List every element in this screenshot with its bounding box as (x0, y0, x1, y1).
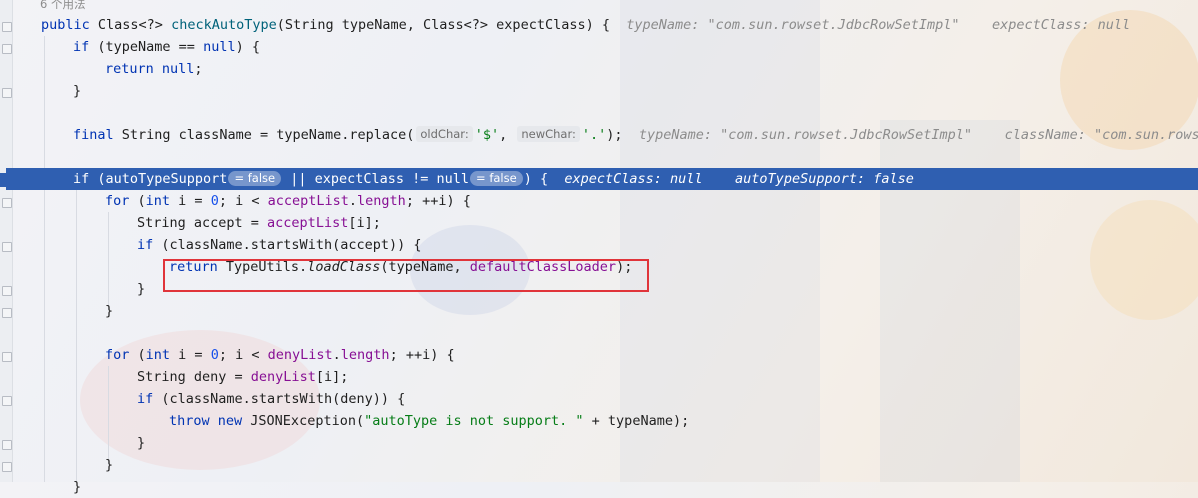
keyword: int (145, 347, 179, 363)
current-execution-line[interactable]: if (autoTypeSupport = false || expectClas… (6, 168, 1198, 190)
code-text: } (105, 303, 114, 319)
code-line[interactable]: } (12, 300, 1198, 322)
string-literal: '.' (581, 127, 607, 143)
code-line[interactable]: throw new JSONException("autoType is not… (12, 410, 1198, 432)
code-text: ); (606, 127, 623, 143)
code-line[interactable]: String deny = denyList[i]; (12, 366, 1198, 388)
annotation-highlight-box (163, 259, 649, 292)
code-line[interactable]: if (typeName == null) { (12, 36, 1198, 58)
keyword: if (137, 391, 162, 407)
code-line[interactable]: if (className.startsWith(deny)) { (12, 388, 1198, 410)
code-text: ; ++i) { (389, 347, 455, 363)
code-line[interactable]: if (className.startsWith(accept)) { (12, 234, 1198, 256)
field-reference: length (357, 193, 406, 209)
code-text: . (332, 347, 341, 363)
code-text: JSONException( (250, 413, 365, 429)
keyword: public (41, 17, 98, 33)
code-text: } (105, 457, 114, 473)
method-name: checkAutoType (171, 17, 277, 33)
inline-value-badge: = false (228, 171, 282, 186)
field-reference: length (340, 347, 390, 363)
keyword: for (105, 193, 138, 209)
keyword: null (161, 61, 195, 77)
field-reference: denyList (250, 369, 316, 385)
code-line[interactable]: return null; (12, 58, 1198, 80)
keyword: return (105, 61, 162, 77)
code-line[interactable]: } (12, 80, 1198, 102)
keyword: new (217, 413, 251, 429)
code-text: i = (178, 193, 211, 209)
code-line[interactable]: for (int i = 0; i < denyList.length; ++i… (12, 344, 1198, 366)
code-text: ; (194, 61, 203, 77)
string-literal: "autoType is not support. " (364, 413, 584, 429)
code-text: String className = typeName.replace( (121, 127, 415, 143)
code-text: } (73, 83, 82, 99)
field-reference: acceptList (267, 193, 349, 209)
debug-value-hint: expectClass: null (992, 17, 1131, 33)
debug-value-hint: expectClass: null (564, 171, 703, 187)
code-text: (className.startsWith(deny)) { (161, 391, 406, 407)
keyword: if (73, 39, 98, 55)
number-literal: 0 (210, 347, 219, 363)
keyword: if (73, 171, 98, 187)
keyword: final (73, 127, 122, 143)
keyword: null (203, 39, 236, 55)
inline-value-badge: = false (470, 171, 523, 186)
code-text: (String typeName, Class<?> expectClass) … (276, 17, 610, 33)
code-text: , (499, 127, 516, 143)
code-line[interactable]: String accept = acceptList[i]; (12, 212, 1198, 234)
keyword: null (436, 171, 470, 187)
usages-hint[interactable]: 6 个用法 (40, 0, 85, 12)
debug-value-hint: typeName: "com.sun.rowset.JdbcRowSetImpl… (638, 127, 973, 143)
code-line[interactable]: public Class<?> checkAutoType(String typ… (12, 14, 1198, 36)
code-editor[interactable]: 6 个用法 public Class<?> checkAutoType(Stri… (0, 0, 1198, 495)
keyword: for (105, 347, 138, 363)
debug-value-hint: className: "com.sun.rowse (1004, 127, 1198, 143)
code-line[interactable]: } (12, 454, 1198, 476)
code-text: . (348, 193, 358, 209)
field-reference: acceptList (267, 215, 349, 231)
code-text: Class<?> (97, 17, 172, 33)
code-line[interactable]: } (12, 432, 1198, 454)
code-line[interactable]: final String className = typeName.replac… (12, 124, 1198, 146)
field-reference: denyList (267, 347, 333, 363)
debug-value-hint: autoTypeSupport: false (735, 171, 914, 187)
code-text: i = (178, 347, 211, 363)
parameter-hint: oldChar: (416, 126, 473, 142)
keyword: if (137, 237, 162, 253)
code-text: (autoTypeSupport (97, 171, 228, 187)
debug-value-hint: typeName: "com.sun.rowset.JdbcRowSetImpl… (626, 17, 960, 33)
code-text: ) { (235, 39, 260, 55)
code-text: + typeName); (583, 413, 690, 429)
code-text: ( (137, 347, 146, 363)
code-text: } (137, 435, 146, 451)
code-text: ; ++i) { (405, 193, 471, 209)
code-text: String deny = (137, 369, 251, 385)
code-text: ) { (523, 171, 549, 187)
keyword: throw (169, 413, 218, 429)
number-literal: 0 (210, 193, 219, 209)
code-text: || expectClass != (282, 171, 437, 187)
code-text: } (137, 281, 146, 297)
code-text: (typeName == (97, 39, 204, 55)
code-text: [i]; (348, 215, 381, 231)
keyword: int (145, 193, 179, 209)
code-text: ; i < (218, 347, 268, 363)
code-text: ( (137, 193, 146, 209)
code-text: (className.startsWith(accept)) { (161, 237, 422, 253)
code-text: ; i < (218, 193, 268, 209)
code-text: String accept = (137, 215, 268, 231)
code-text: [i]; (315, 369, 349, 385)
code-line[interactable]: } (12, 476, 1198, 498)
code-text: } (73, 479, 82, 495)
code-line[interactable]: for (int i = 0; i < acceptList.length; +… (12, 190, 1198, 212)
parameter-hint: newChar: (517, 126, 580, 142)
string-literal: '$' (474, 127, 500, 143)
